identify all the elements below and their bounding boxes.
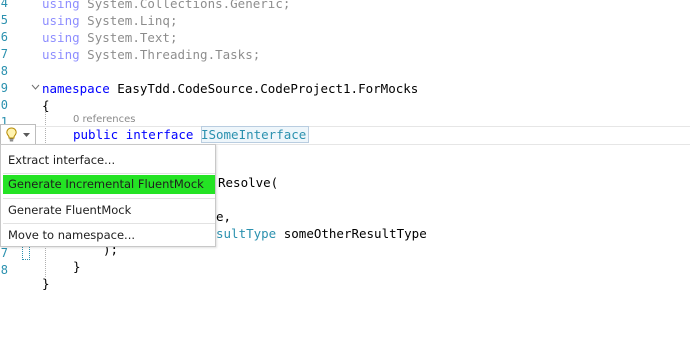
line-number: 4 [0, 0, 8, 10]
lightbulb-icon [6, 127, 17, 142]
quick-actions-menu: Extract interface... Generate Incrementa… [0, 144, 216, 247]
line-number: 5 [0, 13, 8, 27]
line-number: 7 [0, 47, 8, 61]
line-number: 7 [0, 246, 8, 260]
code-line-parameter: sultType someOtherResultType [216, 226, 427, 241]
line-number: 9 [0, 81, 8, 95]
margin-marker [22, 246, 30, 260]
code-line-namespace: namespace EasyTdd.CodeSource.CodeProject… [42, 81, 419, 96]
code-line-interface: public interface ISomeInterface [73, 127, 307, 142]
line-number: 8 [0, 263, 8, 277]
code-line-open-brace: { [42, 98, 50, 113]
code-fragment-resolve: Resolve( [218, 175, 279, 190]
quick-actions-lightbulb[interactable] [0, 124, 36, 145]
menu-item-extract-interface[interactable]: Extract interface... [3, 149, 215, 171]
menu-item-generate-fluentmock[interactable]: Generate FluentMock [3, 199, 215, 221]
line-number: 8 [0, 64, 8, 78]
code-line-using: using System.Text; [42, 30, 178, 45]
code-line-close-brace-inner: } [73, 259, 81, 274]
collapse-chevron-icon[interactable] [31, 83, 40, 92]
menu-separator [3, 173, 215, 174]
line-number: 0 [0, 98, 8, 112]
code-line-using: using System.Collections.Generic; [42, 0, 291, 11]
menu-item-generate-incremental-fluentmock[interactable]: Generate Incremental FluentMock [3, 175, 215, 194]
menu-item-move-to-namespace[interactable]: Move to namespace... [3, 224, 215, 246]
code-fragment-param: e, [216, 209, 232, 224]
code-line-close-brace-outer: } [42, 276, 50, 291]
codelens-references[interactable]: 0 references [73, 114, 136, 125]
code-line-using: using System.Linq; [42, 13, 178, 28]
line-number: 6 [0, 30, 8, 44]
code-line-using: using System.Threading.Tasks; [42, 47, 261, 62]
chevron-down-icon[interactable] [23, 133, 30, 137]
